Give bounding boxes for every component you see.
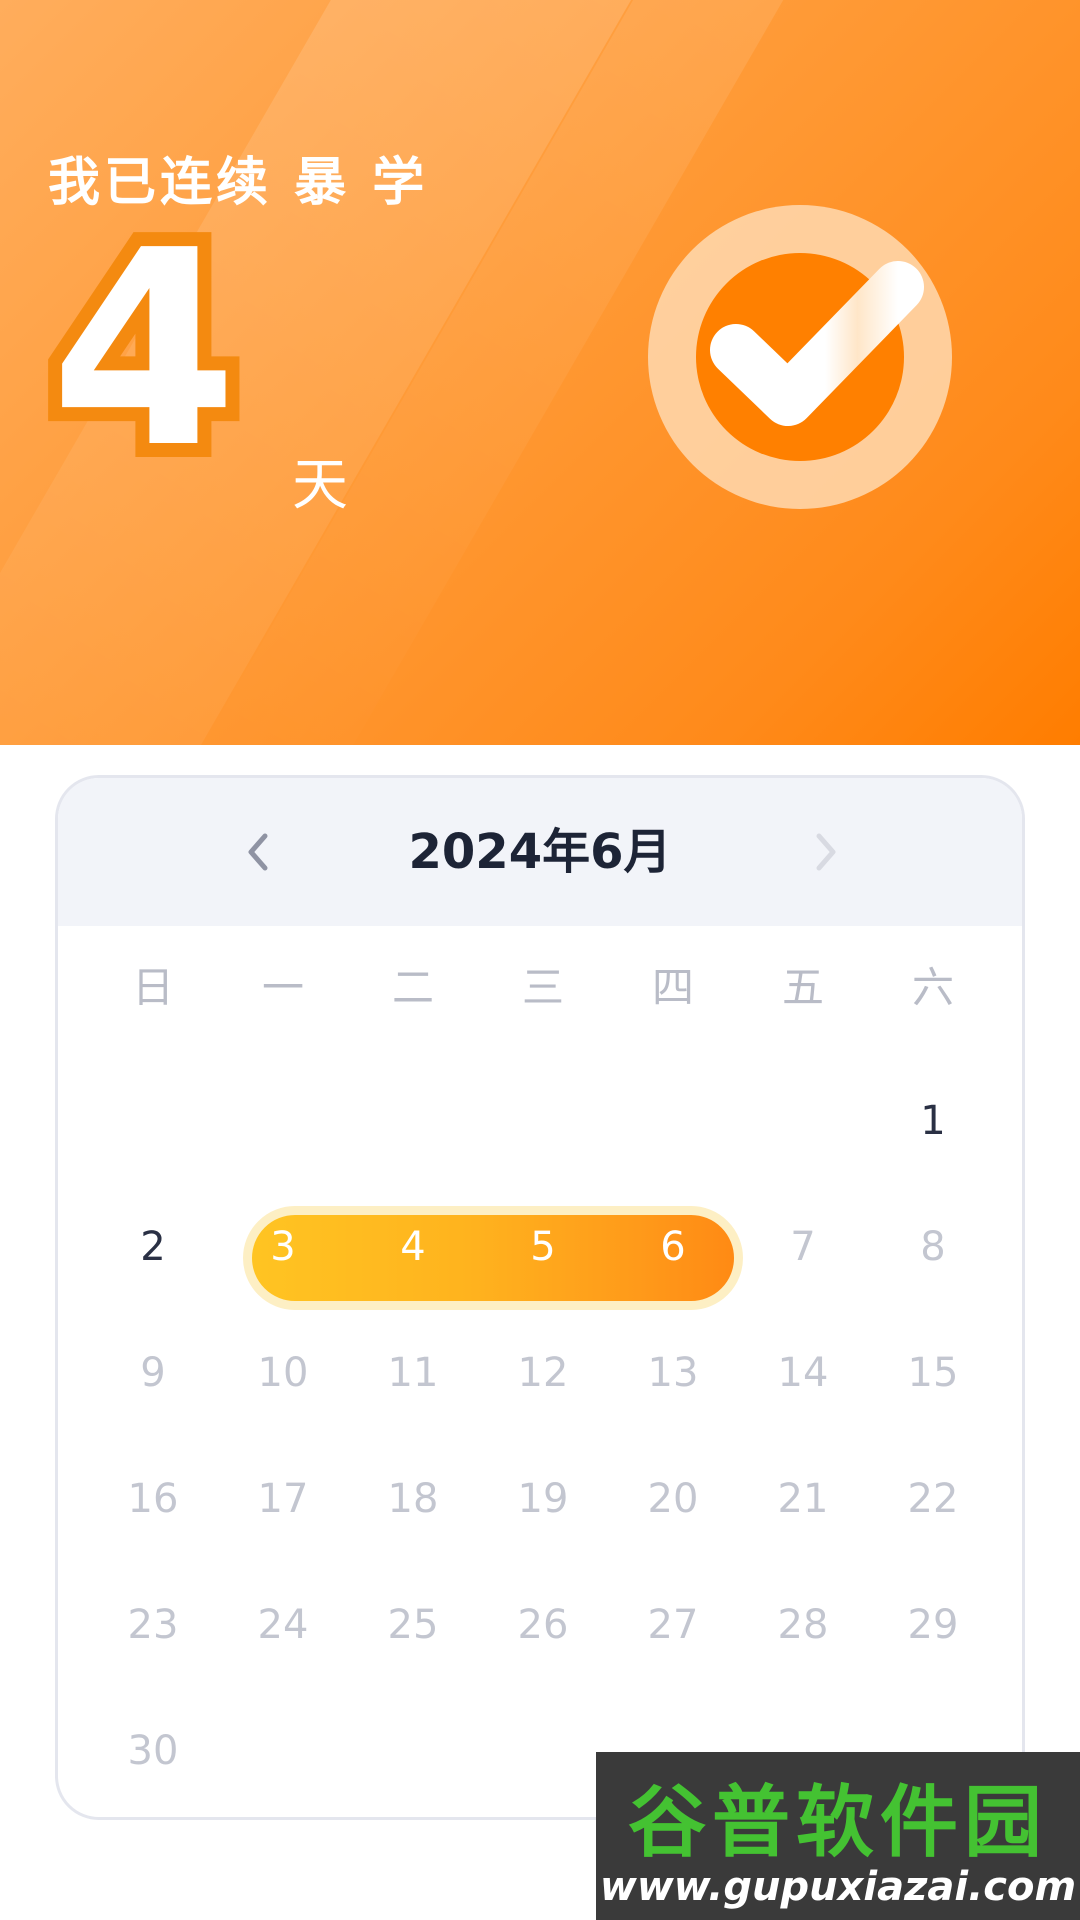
calendar-day[interactable]: 14 [738,1310,868,1436]
calendar-day[interactable]: 26 [478,1562,608,1688]
calendar-week: 30 [88,1688,998,1814]
chevron-right-icon [816,833,836,871]
calendar-day [608,1058,738,1184]
calendar-day[interactable]: 15 [868,1310,998,1436]
next-month-button[interactable] [796,822,856,882]
calendar-day[interactable]: 24 [218,1562,348,1688]
calendar-day-streak[interactable]: 6 [608,1184,738,1310]
calendar-day [868,1688,998,1814]
calendar-day[interactable]: 8 [868,1184,998,1310]
calendar-day[interactable]: 12 [478,1310,608,1436]
calendar-day[interactable]: 30 [88,1688,218,1814]
calendar-day [608,1688,738,1814]
month-title: 2024年6月 [408,824,672,880]
watermark-url: www.gupuxiazai.com [599,1864,1077,1910]
calendar-day [88,1058,218,1184]
calendar-day [348,1688,478,1814]
calendar-day[interactable]: 22 [868,1436,998,1562]
calendar-day[interactable]: 25 [348,1562,478,1688]
calendar-week: 1 [88,1058,998,1184]
calendar-day[interactable]: 9 [88,1310,218,1436]
calendar-day[interactable]: 7 [738,1184,868,1310]
weekday-label: 六 [911,963,954,1012]
weekday-label: 一 [261,963,304,1012]
calendar-day[interactable]: 19 [478,1436,608,1562]
calendar-week: 23 24 25 26 27 28 29 [88,1562,998,1688]
weekday-label: 二 [391,963,434,1012]
streak-hero: 我已连续 暴 学 4 天 [0,0,1080,745]
calendar-day[interactable]: 29 [868,1562,998,1688]
calendar-day[interactable]: 17 [218,1436,348,1562]
calendar-day [348,1058,478,1184]
calendar-day[interactable]: 11 [348,1310,478,1436]
calendar-day[interactable]: 13 [608,1310,738,1436]
calendar-day[interactable]: 28 [738,1562,868,1688]
weekday-label: 日 [131,963,174,1012]
calendar-week: 16 17 18 19 20 21 22 [88,1436,998,1562]
weekday-label: 五 [781,963,824,1012]
calendar-day [218,1688,348,1814]
calendar-week: 2 3 4 5 6 7 8 [88,1184,998,1310]
calendar-day[interactable]: 18 [348,1436,478,1562]
weekday-label: 三 [521,963,564,1012]
calendar-day[interactable]: 10 [218,1310,348,1436]
calendar-day[interactable]: 23 [88,1562,218,1688]
calendar-day [738,1058,868,1184]
calendar-day[interactable]: 2 [88,1184,218,1310]
calendar-day[interactable]: 1 [868,1058,998,1184]
weekday-header: 日 一 二 三 四 五 六 [88,948,998,1028]
calendar-day[interactable]: 20 [608,1436,738,1562]
calendar-day [478,1058,608,1184]
weekday-label: 四 [651,963,694,1012]
calendar-day-streak[interactable]: 5 [478,1184,608,1310]
calendar-day[interactable]: 16 [88,1436,218,1562]
checkmark-badge-icon [648,205,953,510]
streak-day-unit: 天 [292,453,348,518]
calendar-card: 2024年6月 日 一 二 三 四 五 六 1 2 3 4 5 6 7 8 9 … [55,775,1025,1820]
calendar-grid: 1 2 3 4 5 6 7 8 9 10 11 12 13 14 15 16 1… [88,1058,998,1814]
streak-day-count: 4 [36,192,252,507]
calendar-day[interactable]: 21 [738,1436,868,1562]
calendar-day [738,1688,868,1814]
calendar-day [478,1688,608,1814]
calendar-day [218,1058,348,1184]
calendar-day-streak[interactable]: 4 [348,1184,478,1310]
calendar-day[interactable]: 27 [608,1562,738,1688]
calendar-week: 9 10 11 12 13 14 15 [88,1310,998,1436]
calendar-day-streak[interactable]: 3 [218,1184,348,1310]
